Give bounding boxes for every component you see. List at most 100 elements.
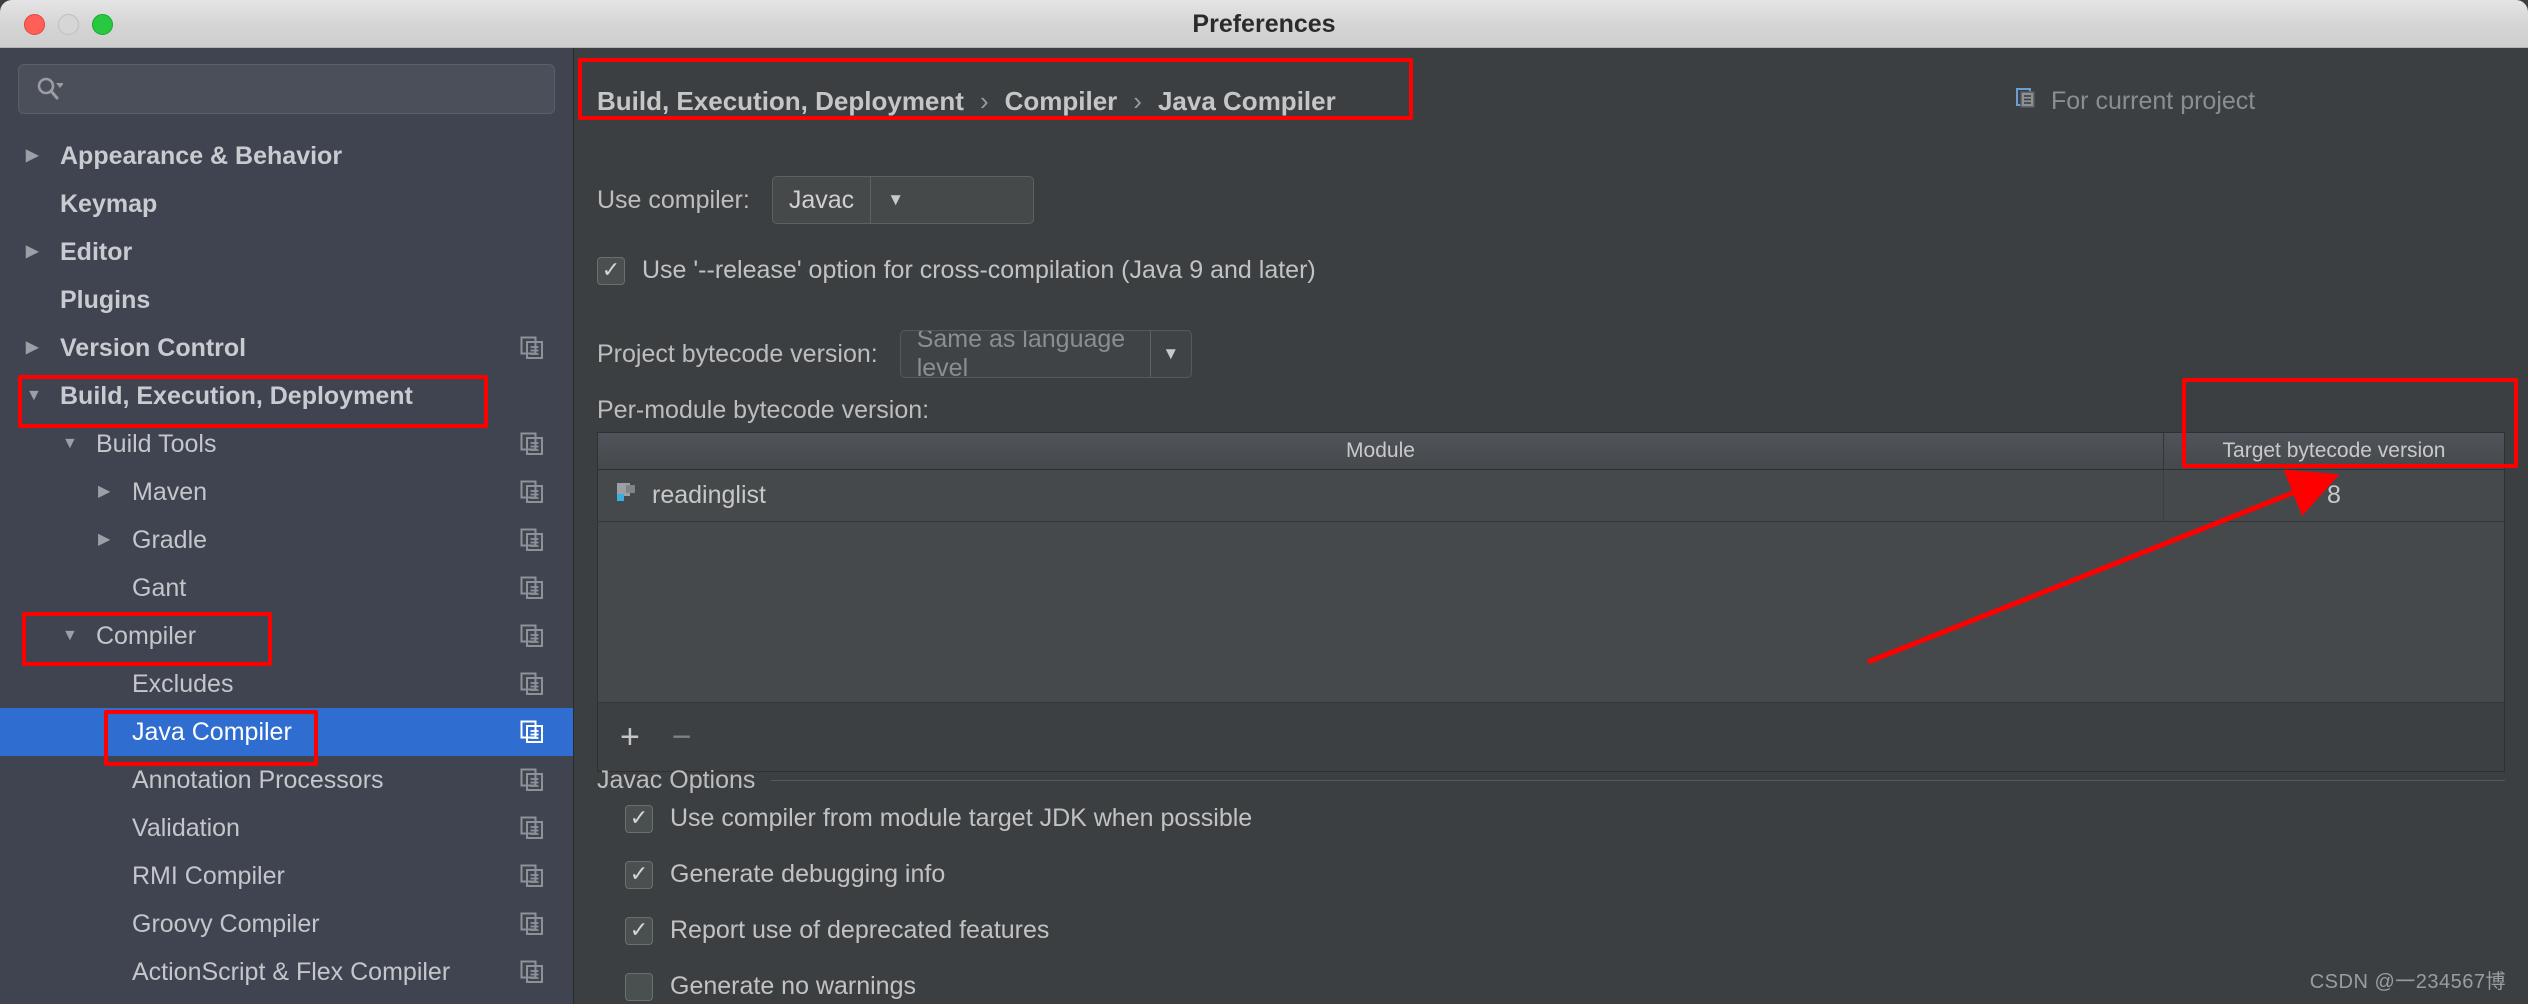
copy-settings-icon[interactable] [519,335,545,361]
copy-settings-icon[interactable] [519,863,545,889]
sidebar-item-label: Excludes [132,670,233,699]
sidebar-item-label: Plugins [60,286,150,315]
copy-settings-icon[interactable] [519,719,545,745]
sidebar-item-gradle[interactable]: ▶Gradle [0,516,573,564]
settings-content-pane: Build, Execution, Deployment › Compiler … [575,48,2528,1004]
sidebar-item-appearance-behavior[interactable]: ▶ Appearance & Behavior [0,132,573,180]
group-divider [771,780,2505,781]
sidebar-item-version-control[interactable]: ▶ Version Control [0,324,573,372]
copy-settings-icon[interactable] [519,671,545,697]
per-module-table[interactable]: Module Target bytecode version readingli… [597,432,2505,562]
checkmark-icon: ✓ [630,919,648,941]
use-compiler-row: Use compiler: Javac ▼ [597,176,1034,224]
sidebar-item-plugins[interactable]: Plugins [0,276,573,324]
sidebar-item-java-compiler[interactable]: Java Compiler [0,708,573,756]
preferences-window: Preferences ▶Appearance & BehaviorKeymap… [0,0,2528,1004]
javac-option-label-3: Generate no warnings [670,972,916,1001]
sidebar-item-keymap[interactable]: Keymap [0,180,573,228]
sidebar-item-label: Version Control [60,334,246,363]
chevron-down-icon[interactable]: ▼ [870,177,920,223]
javac-option-row-3[interactable]: Generate no warnings [625,972,916,1001]
checkmark-icon: ✓ [630,863,648,885]
search-input[interactable] [18,64,555,114]
project-bytecode-label: Project bytecode version: [597,340,878,369]
javac-option-label-1: Generate debugging info [670,860,945,889]
javac-option-checkbox-0[interactable]: ✓ [625,805,653,833]
sidebar-item-gant[interactable]: Gant [0,564,573,612]
javac-option-checkbox-3[interactable] [625,973,653,1001]
sidebar-item-excludes[interactable]: Excludes [0,660,573,708]
module-icon [614,479,640,512]
chevron-right-icon[interactable]: ▶ [98,484,110,500]
add-module-button[interactable]: + [620,720,640,754]
copy-settings-icon[interactable] [519,911,545,937]
project-bytecode-select[interactable]: Same as language level ▼ [900,330,1192,378]
settings-sidebar[interactable]: ▶ Appearance & Behavior Keymap ▶ Editor Plugi… [0,48,574,1004]
scope-indicator[interactable]: For current project [2015,78,2255,124]
breadcrumb-separator-1: › [1133,86,1142,117]
sidebar-item-label: RMI Compiler [132,862,285,891]
sidebar-item-label: Build, Execution, Deployment [60,382,413,411]
chevron-right-icon[interactable]: ▶ [26,340,38,356]
chevron-down-icon[interactable]: ▼ [62,628,78,644]
chevron-down-icon[interactable]: ▼ [26,388,42,404]
per-module-label: Per-module bytecode version: [597,396,929,425]
release-option-checkbox-row[interactable]: ✓ Use '--release' option for cross-compi… [597,256,1316,285]
chevron-right-icon[interactable]: ▶ [26,244,38,260]
sidebar-item-actionscript-flex-compiler[interactable]: ActionScript & Flex Compiler [0,948,573,996]
sidebar-item-label: Appearance & Behavior [60,142,342,171]
breadcrumb-item-0[interactable]: Build, Execution, Deployment [597,86,964,117]
sidebar-item-label: Editor [60,238,132,267]
column-header-module[interactable]: Module [598,433,2164,469]
sidebar-item-compiler[interactable]: ▼ Compiler [0,612,573,660]
copy-settings-icon[interactable] [519,479,545,505]
sidebar-item-groovy-compiler[interactable]: Groovy Compiler [0,900,573,948]
sidebar-item-label: Keymap [60,190,157,219]
javac-option-row-0[interactable]: ✓ Use compiler from module target JDK whe… [625,804,1252,833]
sidebar-item-rmi-compiler[interactable]: RMI Compiler [0,852,573,900]
copy-settings-icon[interactable] [519,815,545,841]
breadcrumb-item-1[interactable]: Compiler [1005,86,1118,117]
use-compiler-select[interactable]: Javac ▼ [772,176,1034,224]
table-header-row: Module Target bytecode version [597,432,2505,470]
settings-tree[interactable]: ▶ Appearance & Behavior Keymap ▶ Editor Plugi… [0,132,573,996]
chevron-down-icon[interactable]: ▼ [1150,331,1191,377]
copy-settings-icon[interactable] [519,527,545,553]
sidebar-item-label: Annotation Processors [132,766,384,795]
copy-settings-icon[interactable] [519,623,545,649]
chevron-down-icon[interactable]: ▼ [62,436,78,452]
chevron-right-icon[interactable]: ▶ [98,532,110,548]
table-row[interactable]: readinglist 8 [597,470,2505,522]
release-option-checkbox[interactable]: ✓ [597,257,625,285]
copy-settings-icon[interactable] [519,767,545,793]
javac-options-group-header: Javac Options [597,760,2505,800]
copy-settings-icon[interactable] [519,575,545,601]
project-scope-icon [2015,86,2039,117]
sidebar-item-annotation-processors[interactable]: Annotation Processors [0,756,573,804]
copy-settings-icon[interactable] [519,431,545,457]
sidebar-item-validation[interactable]: Validation [0,804,573,852]
breadcrumb-item-2: Java Compiler [1158,86,1336,117]
sidebar-item-build-tools[interactable]: ▼ Build Tools [0,420,573,468]
watermark: CSDN @一234567博 [2310,965,2506,994]
chevron-right-icon[interactable]: ▶ [26,148,38,164]
javac-option-row-1[interactable]: ✓ Generate debugging info [625,860,945,889]
javac-option-label-0: Use compiler from module target JDK when… [670,804,1252,833]
sidebar-item-label: Java Compiler [132,718,292,747]
sidebar-item-build-execution-deployment[interactable]: ▼ Build, Execution, Deployment [0,372,573,420]
sidebar-item-label: Build Tools [96,430,216,459]
cell-target-bytecode[interactable]: 8 [2164,470,2504,521]
sidebar-item-label: Groovy Compiler [132,910,320,939]
sidebar-item-editor[interactable]: ▶ Editor [0,228,573,276]
copy-settings-icon[interactable] [519,959,545,985]
table-empty-area [597,522,2505,702]
javac-option-checkbox-1[interactable]: ✓ [625,861,653,889]
javac-option-checkbox-2[interactable]: ✓ [625,917,653,945]
javac-option-row-2[interactable]: ✓Report use of deprecated features [625,916,1049,945]
sidebar-item-label: Compiler [96,622,196,651]
sidebar-item-maven[interactable]: ▶Maven [0,468,573,516]
column-header-target-bytecode[interactable]: Target bytecode version [2164,433,2504,469]
checkmark-icon: ✓ [602,259,620,281]
sidebar-item-label: Validation [132,814,240,843]
remove-module-button[interactable]: − [672,720,692,754]
